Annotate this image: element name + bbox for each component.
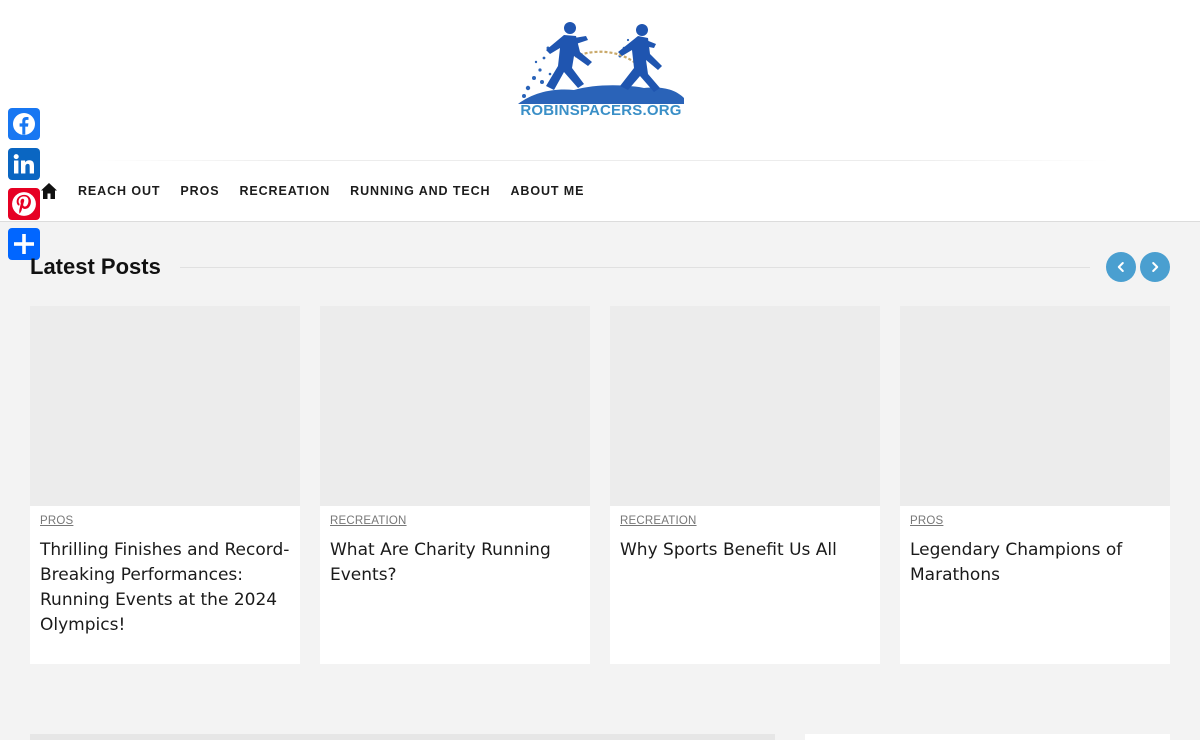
section-title: Latest Posts xyxy=(30,254,161,279)
latest-posts-header: Latest Posts xyxy=(30,252,1170,282)
post-title-link[interactable]: Thrilling Finishes and Record-Breaking P… xyxy=(40,538,290,638)
post-category-link[interactable]: RECREATION xyxy=(330,515,407,527)
logo-text: ROBINSPACERS.ORG xyxy=(520,102,682,119)
chevron-right-icon xyxy=(1152,262,1159,272)
nav-item-about-me[interactable]: ABOUT ME xyxy=(510,184,584,198)
linkedin-share-button[interactable] xyxy=(8,148,40,180)
header-divider xyxy=(90,160,1110,161)
post-card[interactable]: PROS Thrilling Finishes and Record-Break… xyxy=(30,306,300,664)
carousel-next-button[interactable] xyxy=(1140,252,1170,282)
post-thumbnail[interactable] xyxy=(30,306,300,506)
pinterest-icon xyxy=(12,192,36,216)
post-card[interactable]: RECREATION What Are Charity Running Even… xyxy=(320,306,590,664)
post-category-link[interactable]: PROS xyxy=(40,515,73,527)
section-divider xyxy=(180,267,1090,268)
post-thumbnail[interactable] xyxy=(320,306,590,506)
nav-item-pros[interactable]: PROS xyxy=(180,184,219,198)
main-content-panel xyxy=(30,734,775,740)
post-category-link[interactable]: RECREATION xyxy=(620,515,697,527)
main-nav: REACH OUT PROS RECREATION RUNNING AND TE… xyxy=(40,180,604,202)
nav-item-running-and-tech[interactable]: RUNNING AND TECH xyxy=(350,184,490,198)
post-card[interactable]: PROS Legendary Champions of Marathons xyxy=(900,306,1170,664)
post-title-link[interactable]: Why Sports Benefit Us All xyxy=(620,538,870,563)
post-thumbnail[interactable] xyxy=(610,306,880,506)
facebook-icon xyxy=(13,113,35,135)
chevron-left-icon xyxy=(1117,262,1124,272)
post-title-link[interactable]: Legendary Champions of Marathons xyxy=(910,538,1160,588)
post-card[interactable]: RECREATION Why Sports Benefit Us All xyxy=(610,306,880,664)
latest-posts-carousel: PROS Thrilling Finishes and Record-Break… xyxy=(30,306,1170,664)
social-share-bar xyxy=(8,108,40,268)
linkedin-icon xyxy=(13,154,34,174)
facebook-share-button[interactable] xyxy=(8,108,40,140)
nav-item-recreation[interactable]: RECREATION xyxy=(239,184,330,198)
runners-logo-icon xyxy=(518,22,684,104)
post-category-link[interactable]: PROS xyxy=(910,515,943,527)
home-icon[interactable] xyxy=(40,182,58,200)
nav-item-reach-out[interactable]: REACH OUT xyxy=(78,184,160,198)
site-header: ROBINSPACERS.ORG REACH OUT PROS RECREATI… xyxy=(0,0,1200,222)
sidebar-panel xyxy=(805,734,1170,740)
post-title-link[interactable]: What Are Charity Running Events? xyxy=(330,538,580,588)
pinterest-share-button[interactable] xyxy=(8,188,40,220)
post-thumbnail[interactable] xyxy=(900,306,1170,506)
carousel-prev-button[interactable] xyxy=(1106,252,1136,282)
site-logo[interactable]: ROBINSPACERS.ORG xyxy=(514,18,688,126)
